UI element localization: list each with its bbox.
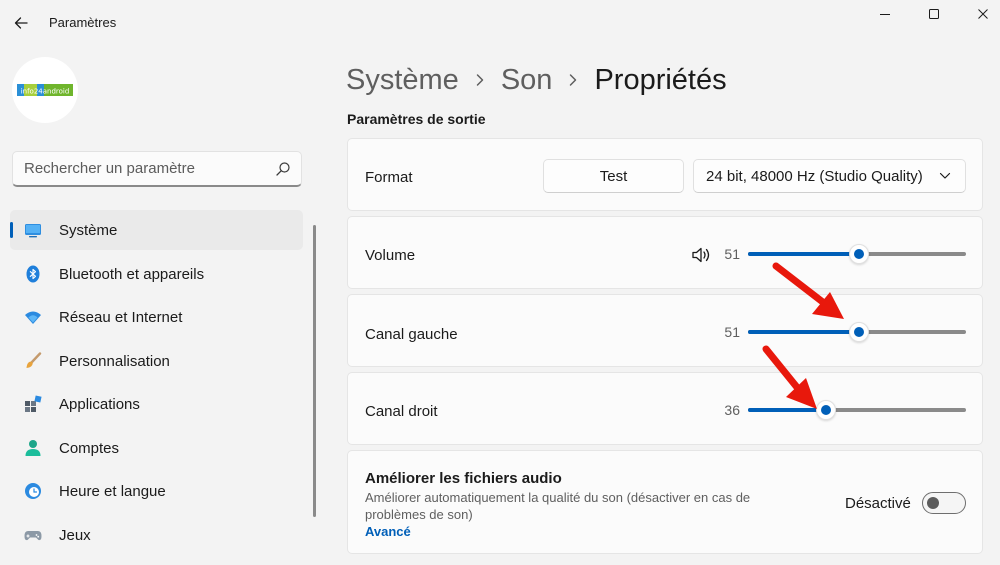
volume-label: Volume <box>365 247 416 264</box>
sidebar-item-label: Système <box>59 222 118 239</box>
advanced-link[interactable]: Avancé <box>365 524 411 539</box>
page-title: Propriétés <box>594 63 727 96</box>
title-bar: Paramètres <box>0 0 1000 46</box>
sidebar-item-label: Jeux <box>59 526 91 544</box>
sidebar-item-label: Réseau et Internet <box>59 309 183 326</box>
maximize-icon <box>929 9 939 19</box>
sidebar-item-jeux[interactable]: Jeux <box>10 515 303 555</box>
close-icon <box>978 9 988 19</box>
apps-icon <box>24 395 42 413</box>
breadcrumb-systeme[interactable]: Système <box>346 64 459 97</box>
format-card: Format Test 24 bit, 48000 Hz (Studio Qua… <box>347 138 983 211</box>
left-channel-label: Canal gauche <box>365 326 458 343</box>
avatar[interactable]: info24android <box>12 57 78 123</box>
close-button[interactable] <box>960 2 1000 26</box>
right-channel-value: 36 <box>724 402 740 418</box>
minimize-icon <box>880 14 890 15</box>
window-title: Paramètres <box>49 15 117 30</box>
format-selected-value: 24 bit, 48000 Hz (Studio Quality) <box>706 168 923 185</box>
sidebar-item-comptes[interactable]: Comptes <box>10 428 303 468</box>
chevron-right-icon <box>568 73 578 87</box>
slider-thumb[interactable] <box>849 322 870 342</box>
breadcrumb-son[interactable]: Son <box>501 64 553 97</box>
sidebar-item-applications[interactable]: Applications <box>10 384 303 424</box>
sidebar-item-heure-langue[interactable]: Heure et langue <box>10 471 303 511</box>
sidebar-item-label: Bluetooth et appareils <box>59 265 205 283</box>
left-channel-slider[interactable] <box>748 322 966 342</box>
format-label: Format <box>365 169 413 186</box>
wifi-icon <box>24 308 42 326</box>
breadcrumb: Système Son Propriétés <box>346 60 727 100</box>
chevron-right-icon <box>475 73 485 87</box>
brush-icon <box>24 351 42 370</box>
enhance-audio-title: Améliorer les fichiers audio <box>365 470 562 487</box>
right-channel-card: Canal droit 36 <box>347 372 983 445</box>
sidebar-item-systeme[interactable]: Système <box>10 210 303 250</box>
section-title: Paramètres de sortie <box>347 111 486 127</box>
slider-thumb[interactable] <box>849 244 870 264</box>
chevron-down-icon <box>939 172 951 179</box>
format-dropdown[interactable]: 24 bit, 48000 Hz (Studio Quality) <box>693 159 966 193</box>
slider-fill <box>748 408 827 412</box>
sidebar-item-label: Heure et langue <box>59 483 166 500</box>
search-icon[interactable] <box>275 161 291 177</box>
sidebar-item-bluetooth[interactable]: Bluetooth et appareils <box>10 254 303 294</box>
search-box <box>12 151 302 187</box>
enhance-audio-card: Améliorer les fichiers audio Améliorer a… <box>347 450 983 554</box>
back-arrow-icon <box>14 17 28 29</box>
minimize-button[interactable] <box>862 2 908 26</box>
left-channel-value: 51 <box>724 324 740 340</box>
person-icon <box>24 439 42 457</box>
slider-thumb[interactable] <box>816 400 837 420</box>
sidebar-item-label: Comptes <box>59 439 120 457</box>
sidebar-item-reseau[interactable]: Réseau et Internet <box>10 297 303 337</box>
slider-fill <box>748 330 860 334</box>
slider-fill <box>748 252 860 256</box>
clock-globe-icon <box>24 482 42 500</box>
sidebar-nav: Système Bluetooth et appareils Réseau et… <box>10 210 303 558</box>
sidebar-item-label: Applications <box>59 396 140 413</box>
test-button[interactable]: Test <box>543 159 684 193</box>
speaker-icon[interactable] <box>691 245 711 265</box>
toggle-state-label: Désactivé <box>845 495 911 512</box>
enhance-audio-toggle[interactable] <box>922 492 966 514</box>
volume-card: Volume 51 <box>347 216 983 289</box>
right-channel-label: Canal droit <box>365 403 438 420</box>
toggle-knob <box>927 497 939 509</box>
search-input[interactable] <box>13 152 263 185</box>
svg-text:info24android: info24android <box>21 88 70 96</box>
volume-value: 51 <box>724 246 740 262</box>
bluetooth-icon <box>24 265 42 283</box>
right-channel-slider[interactable] <box>748 400 966 420</box>
left-channel-card: Canal gauche 51 <box>347 294 983 367</box>
info24android-logo: info24android <box>17 84 73 96</box>
sidebar-item-personnalisation[interactable]: Personnalisation <box>10 341 303 381</box>
monitor-icon <box>24 221 42 239</box>
enhance-audio-description: Améliorer automatiquement la qualité du … <box>365 490 751 522</box>
back-button[interactable] <box>8 10 34 36</box>
gamepad-icon <box>24 526 42 544</box>
sidebar-item-label: Personnalisation <box>59 352 170 370</box>
sidebar-scrollbar[interactable] <box>313 225 316 517</box>
volume-slider[interactable] <box>748 244 966 264</box>
maximize-button[interactable] <box>911 2 957 26</box>
